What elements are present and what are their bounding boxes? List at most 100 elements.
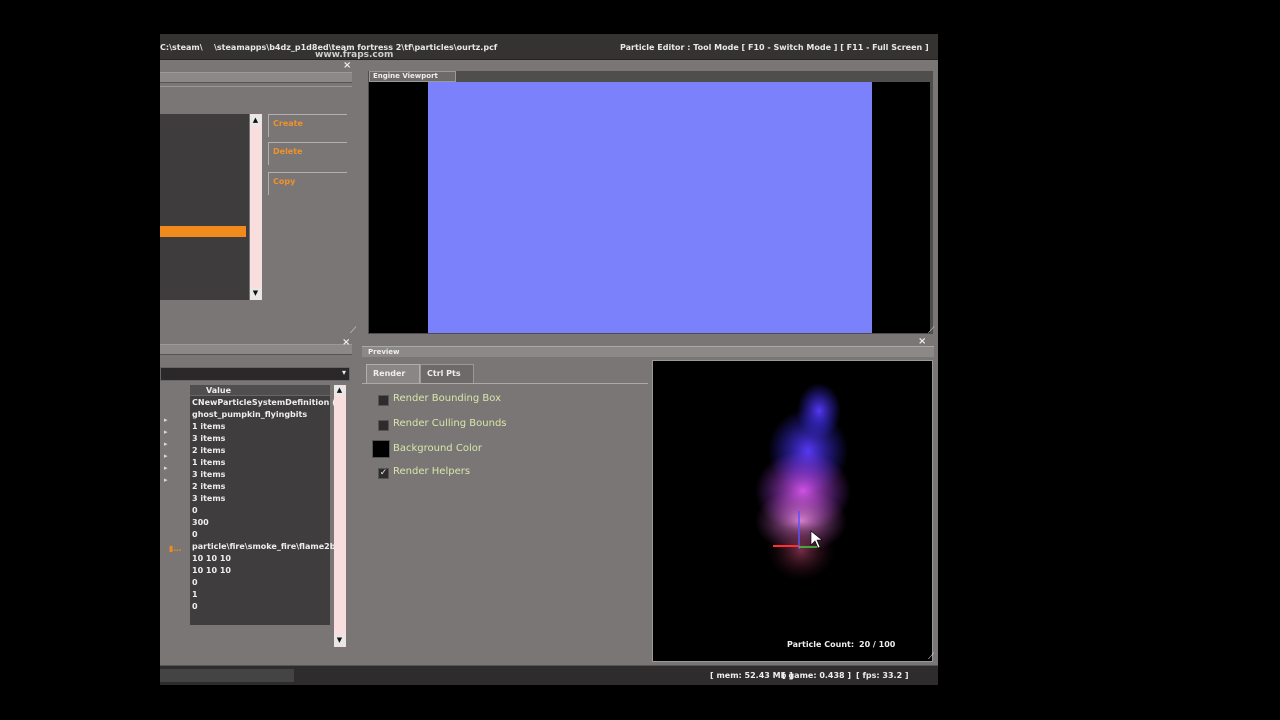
- memory-status: [ mem: 52.43 Mb ]: [710, 671, 793, 680]
- properties-header: [160, 344, 352, 355]
- cell-value: 3 items: [192, 470, 226, 479]
- scroll-down-icon[interactable]: ▼: [334, 635, 345, 646]
- cell-value: 0: [192, 578, 198, 587]
- create-button[interactable]: Create: [268, 114, 347, 137]
- mode-indicator: Particle Editor : Tool Mode [ F10 - Swit…: [620, 43, 929, 52]
- table-row[interactable]: 2 items: [192, 482, 225, 491]
- cell-value: 0: [192, 602, 198, 611]
- table-row[interactable]: 300: [192, 518, 209, 527]
- cell-value: particle\fire\smoke_fire\flame2b: [192, 542, 336, 551]
- scroll-down-icon[interactable]: ▼: [250, 288, 261, 299]
- watermark: www.fraps.com: [315, 50, 394, 60]
- render-culling-bounds-checkbox[interactable]: [378, 420, 389, 431]
- cell-value: 300: [192, 518, 209, 527]
- cell-value: 3 items: [192, 434, 226, 443]
- table-row[interactable]: 2 items: [192, 446, 225, 455]
- cell-value: 0: [192, 530, 198, 539]
- cell-value: 10 10 10: [192, 566, 231, 575]
- particle-editor-window: C:\steam\ \steamapps\b4dz_p1d8ed\team fo…: [160, 34, 938, 685]
- cell-value: 1 items: [192, 458, 226, 467]
- cell-value: 3 items: [192, 494, 226, 503]
- list-item-selected[interactable]: [160, 226, 246, 237]
- particle-system-list[interactable]: [160, 114, 249, 300]
- cell-value: ghost_pumpkin_flyingbits: [192, 410, 308, 419]
- chevron-down-icon[interactable]: ▾: [342, 368, 346, 377]
- viewport-render[interactable]: [428, 82, 872, 333]
- cell-value: 1: [192, 590, 198, 599]
- preview-close-icon[interactable]: ×: [918, 336, 926, 347]
- cell-value: 1 items: [192, 422, 226, 431]
- value-column-header: Value: [206, 386, 232, 395]
- list-scrollbar[interactable]: ▲ ▼: [250, 114, 262, 300]
- copy-button[interactable]: Copy: [268, 172, 347, 195]
- render-helpers-checkbox[interactable]: ✓: [378, 468, 389, 479]
- cell-value: 10 10 10: [192, 554, 231, 563]
- preview-header: Preview: [362, 346, 934, 357]
- cell-value: 2 items: [192, 482, 226, 491]
- background-color-swatch[interactable]: [372, 440, 390, 458]
- grid-header: Value: [190, 385, 330, 396]
- table-row[interactable]: particle\fire\smoke_fire\flame2b: [192, 542, 335, 551]
- left-top-close-icon[interactable]: ×: [343, 60, 351, 71]
- divider: [362, 383, 648, 384]
- title-bar: C:\steam\ \steamapps\b4dz_p1d8ed\team fo…: [160, 34, 938, 60]
- table-row[interactable]: 3 items: [192, 434, 225, 443]
- left-top-panel-header: [160, 72, 352, 83]
- element-dropdown[interactable]: ▾: [160, 367, 350, 381]
- properties-scrollbar[interactable]: ▲ ▼: [334, 385, 346, 647]
- file-path-prefix: C:\steam\: [160, 43, 203, 52]
- delete-button[interactable]: Delete: [268, 142, 347, 165]
- render-bounding-box-label: Render Bounding Box: [393, 393, 502, 404]
- resize-grip-icon[interactable]: ⟋: [928, 326, 934, 336]
- cell-value: CNewParticleSystemDefinition (0): [192, 398, 346, 407]
- table-row[interactable]: 3 items: [192, 494, 225, 503]
- expander-icon[interactable]: ▸: [164, 438, 174, 450]
- preview-title: Preview: [368, 348, 400, 356]
- preview-settings: Render Ctrl Pts Render Bounding Box Rend…: [362, 362, 648, 658]
- cell-value: 0: [192, 506, 198, 515]
- render-bounding-box-checkbox[interactable]: [378, 395, 389, 406]
- fps-status: [ fps: 33.2 ]: [856, 671, 909, 680]
- tab-render[interactable]: Render: [366, 364, 420, 383]
- expander-icon[interactable]: ▸: [164, 414, 174, 426]
- particle-count-value: 20 / 100: [859, 640, 896, 649]
- tab-engine-viewport[interactable]: Engine Viewport: [369, 71, 456, 82]
- table-row[interactable]: ghost_pumpkin_flyingbits: [192, 410, 307, 419]
- properties-close-icon[interactable]: ×: [342, 337, 350, 348]
- engine-viewport[interactable]: [369, 82, 930, 333]
- table-row[interactable]: 0: [192, 602, 198, 611]
- table-row[interactable]: 1: [192, 590, 198, 599]
- expander-icon[interactable]: ▸: [164, 474, 174, 486]
- scroll-up-icon[interactable]: ▲: [250, 115, 261, 126]
- table-row[interactable]: 0: [192, 506, 198, 515]
- row-expanders: ▸ ▸ ▸ ▸ ▸ ▸: [164, 414, 174, 509]
- game-status: [ game: 0.438 ]: [782, 671, 852, 680]
- table-row[interactable]: 3 items: [192, 470, 225, 479]
- table-row[interactable]: 0: [192, 530, 198, 539]
- status-bar: [ mem: 52.43 Mb ] [ game: 0.438 ] [ fps:…: [160, 665, 938, 685]
- render-culling-bounds-label: Render Culling Bounds: [393, 418, 507, 429]
- expander-icon[interactable]: ▸: [164, 450, 174, 462]
- table-row[interactable]: 10 10 10: [192, 566, 231, 575]
- properties-grid[interactable]: Value CNewParticleSystemDefinition (0) gh…: [190, 385, 345, 625]
- expander-icon[interactable]: ▸: [164, 462, 174, 474]
- table-row[interactable]: 1 items: [192, 458, 225, 467]
- table-row[interactable]: 10 10 10: [192, 554, 231, 563]
- table-row[interactable]: 0: [192, 578, 198, 587]
- scroll-up-icon[interactable]: ▲: [334, 385, 345, 396]
- particle-preview[interactable]: Particle Count: 20 / 100: [652, 360, 933, 662]
- material-browse-icon[interactable]: ▮…: [169, 544, 181, 553]
- particle-effect-image: [755, 383, 851, 581]
- render-helpers-label: Render Helpers: [393, 466, 471, 477]
- viewport-panel: Engine Viewport: [368, 71, 933, 334]
- resize-grip-icon[interactable]: ⟋: [350, 326, 356, 336]
- tab-ctrl-pts[interactable]: Ctrl Pts: [420, 364, 474, 384]
- expander-icon[interactable]: ▸: [164, 426, 174, 438]
- table-row[interactable]: CNewParticleSystemDefinition (0): [192, 398, 345, 407]
- cell-value: 2 items: [192, 446, 226, 455]
- divider: [160, 86, 352, 87]
- grid-rows: CNewParticleSystemDefinition (0) ghost_pu…: [190, 398, 345, 622]
- resize-grip-icon[interactable]: ⟋: [928, 652, 934, 662]
- status-progress: [160, 669, 294, 682]
- table-row[interactable]: 1 items: [192, 422, 225, 431]
